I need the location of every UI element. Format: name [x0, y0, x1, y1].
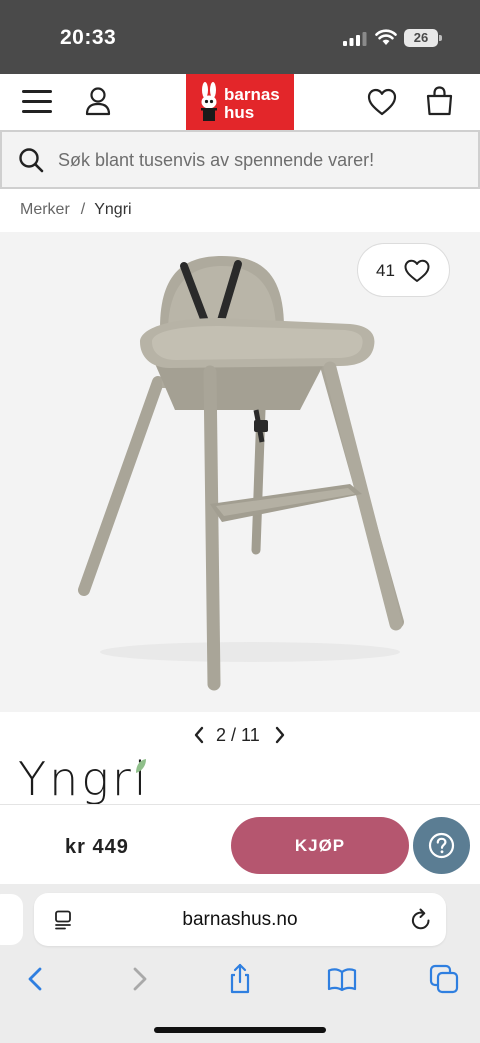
purchase-bar: kr 449 KJØP	[0, 804, 480, 884]
breadcrumb-item-yngri[interactable]: Yngri	[94, 201, 131, 218]
heart-icon	[404, 259, 430, 282]
home-indicator	[154, 1027, 326, 1033]
gallery-page-indicator: 2 / 11	[216, 725, 260, 745]
buy-button[interactable]: KJØP	[231, 817, 409, 874]
favorite-button[interactable]: 41	[357, 243, 450, 297]
address-bar[interactable]: barnashus.no	[34, 893, 446, 946]
status-time: 20:33	[60, 26, 117, 49]
gallery-pager: 2 / 11	[0, 723, 480, 749]
search-bar	[0, 130, 480, 189]
wifi-icon	[375, 29, 397, 45]
brand-logo[interactable]: Yngri	[18, 752, 150, 806]
tabs-icon[interactable]	[428, 963, 460, 995]
search-input[interactable]	[58, 140, 468, 180]
leaf-icon	[136, 759, 146, 773]
logo-text-line2: hus	[224, 103, 255, 122]
shopping-bag-icon[interactable]	[426, 86, 453, 116]
book-icon[interactable]	[326, 963, 358, 995]
breadcrumb-item-merker[interactable]: Merker	[20, 201, 70, 218]
url-text: barnashus.no	[182, 909, 298, 930]
reload-icon[interactable]	[410, 908, 432, 931]
status-bar: 20:33 26	[0, 0, 480, 74]
product-image-gallery[interactable]	[0, 232, 480, 712]
cellular-signal-icon	[343, 32, 367, 46]
battery-indicator: 26	[404, 29, 438, 47]
site-header: barnas hus	[0, 74, 480, 130]
product-image-highchair	[78, 256, 404, 691]
chevron-right-icon[interactable]	[272, 725, 288, 745]
favorite-count: 41	[376, 261, 395, 280]
logo-text-line1: barnas	[224, 85, 280, 104]
heart-icon[interactable]	[367, 88, 397, 116]
chevron-left-icon[interactable]	[191, 725, 207, 745]
bunny-logo-icon	[201, 82, 217, 121]
product-price: kr 449	[65, 836, 129, 858]
share-icon[interactable]	[224, 963, 256, 995]
previous-tab-preview[interactable]	[0, 894, 23, 945]
browser-chrome: barnashus.no	[0, 884, 480, 1043]
search-icon[interactable]	[18, 147, 44, 173]
chevron-right-icon[interactable]	[123, 963, 155, 995]
hamburger-icon[interactable]	[22, 90, 52, 114]
breadcrumb: Merker / Yngri	[20, 201, 132, 219]
battery-tip	[439, 35, 442, 41]
question-icon	[428, 832, 455, 859]
breadcrumb-separator: /	[80, 201, 86, 218]
user-icon[interactable]	[84, 86, 112, 116]
help-button[interactable]	[413, 817, 470, 874]
site-logo[interactable]: barnas hus	[186, 74, 294, 130]
chevron-left-icon[interactable]	[20, 963, 52, 995]
